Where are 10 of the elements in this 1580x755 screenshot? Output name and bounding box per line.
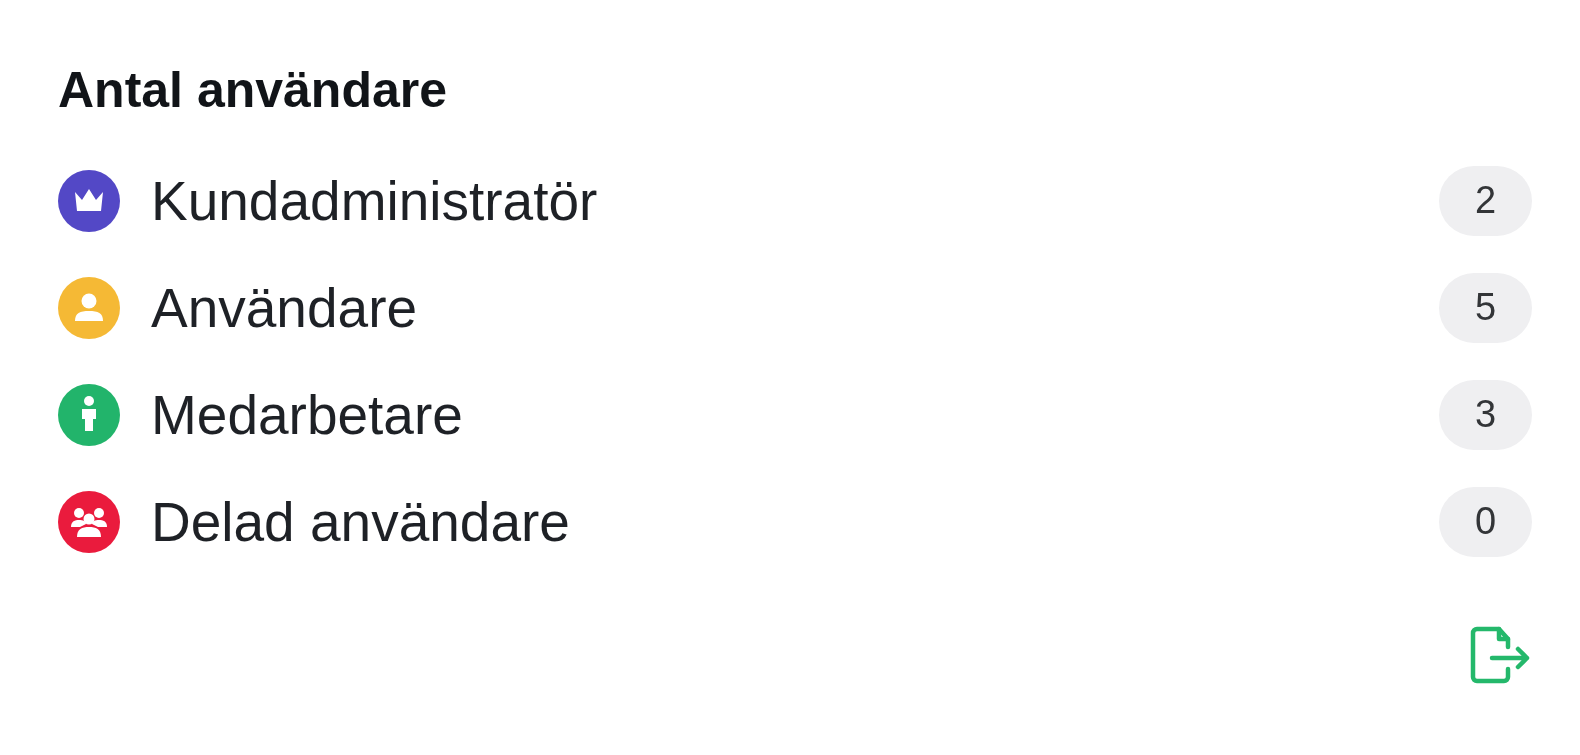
count-badge: 0 <box>1439 486 1532 557</box>
role-label: Användare <box>151 275 418 340</box>
role-label: Medarbetare <box>151 382 463 447</box>
count-badge: 3 <box>1439 379 1532 450</box>
count-badge: 2 <box>1439 165 1532 236</box>
file-export-icon[interactable] <box>1468 625 1532 685</box>
role-label: Delad användare <box>151 489 570 554</box>
section-title: Antal användare <box>58 61 447 120</box>
role-label: Kundadministratör <box>151 168 598 233</box>
count-badge: 5 <box>1439 272 1532 343</box>
